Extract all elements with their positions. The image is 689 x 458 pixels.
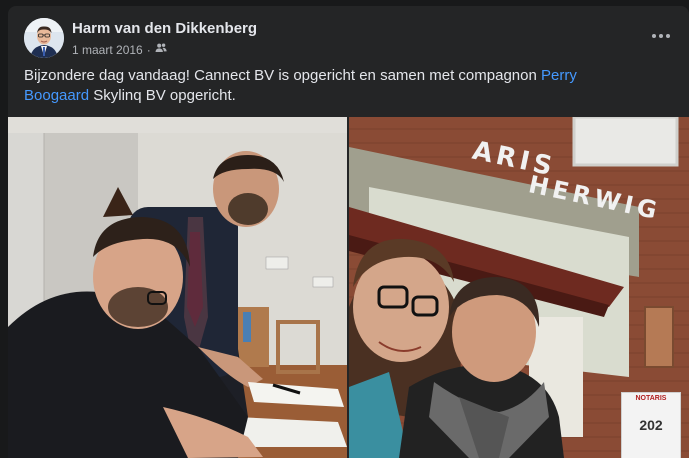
post-text-part2: Skylinq BV opgericht. [89, 87, 236, 104]
meta-separator: · [146, 42, 151, 57]
post-text: Bijzondere dag vandaag! Cannect BV is op… [24, 66, 645, 106]
photo-signing[interactable] [8, 117, 347, 458]
author-name[interactable]: Harm van den Dikkenberg [72, 20, 257, 37]
post-date[interactable]: 1 maart 2016 [72, 43, 143, 57]
post-card: Harm van den Dikkenberg 1 maart 2016 · B… [8, 6, 689, 458]
post-meta: 1 maart 2016 · [72, 42, 167, 57]
avatar-image [24, 18, 64, 58]
photo-signing-image [8, 117, 347, 458]
plate-label: NOTARIS [635, 395, 667, 402]
plate-number: 202 [639, 417, 663, 433]
photo-notary[interactable]: ARIS HERWIG NOTARIS 202 [349, 117, 689, 458]
friends-icon[interactable] [155, 42, 167, 57]
avatar[interactable] [24, 18, 64, 58]
post-header: Harm van den Dikkenberg 1 maart 2016 · [24, 18, 673, 58]
more-dots-icon[interactable] [647, 24, 675, 48]
photo-grid: ARIS HERWIG NOTARIS 202 [8, 117, 689, 458]
post-text-part1: Bijzondere dag vandaag! Cannect BV is op… [24, 67, 541, 84]
sign-text-bottom: HERWIG [526, 170, 664, 226]
notary-plate: NOTARIS 202 [621, 392, 681, 458]
